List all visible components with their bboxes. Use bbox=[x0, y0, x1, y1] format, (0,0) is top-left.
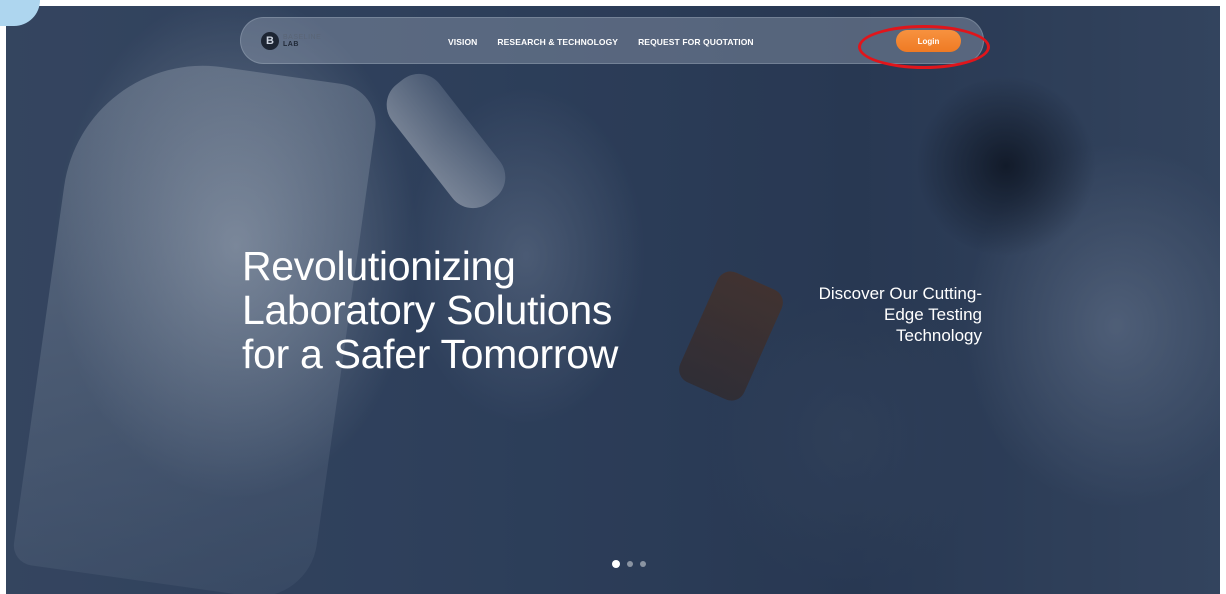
hero-subtitle-line-3: Technology bbox=[895, 326, 982, 345]
hero-title-line-1: Revolutionizing bbox=[242, 243, 516, 289]
carousel-dot-3[interactable] bbox=[640, 561, 646, 567]
hero-subtitle: Discover Our Cutting- Edge Testing Techn… bbox=[760, 283, 982, 346]
carousel-dot-2[interactable] bbox=[627, 561, 633, 567]
logo-line-2: LAB bbox=[283, 41, 299, 48]
b-circle-logo-icon: B bbox=[261, 32, 279, 50]
hero-title-line-2: Laboratory Solutions bbox=[242, 287, 613, 333]
hero-title-line-3: for a Safer Tomorrow bbox=[242, 331, 619, 377]
site-logo[interactable]: B BASELINE LAB bbox=[261, 32, 321, 50]
hero-title: Revolutionizing Laboratory Solutions for… bbox=[242, 244, 702, 376]
nav-links: VISION RESEARCH & TECHNOLOGY REQUEST FOR… bbox=[448, 18, 754, 65]
carousel-dots bbox=[612, 560, 646, 568]
logo-line-1: BASELINE bbox=[283, 34, 322, 41]
login-highlight-annotation bbox=[858, 25, 990, 69]
nav-link-research-technology[interactable]: RESEARCH & TECHNOLOGY bbox=[497, 37, 618, 47]
nav-link-vision[interactable]: VISION bbox=[448, 37, 477, 47]
carousel-dot-1[interactable] bbox=[612, 560, 620, 568]
hero-subtitle-line-2: Edge Testing bbox=[884, 305, 982, 324]
nav-link-request-for-quotation[interactable]: REQUEST FOR QUOTATION bbox=[638, 37, 754, 47]
hero-subtitle-line-1: Discover Our Cutting- bbox=[818, 284, 982, 303]
logo-wordmark: BASELINE LAB bbox=[283, 34, 321, 48]
